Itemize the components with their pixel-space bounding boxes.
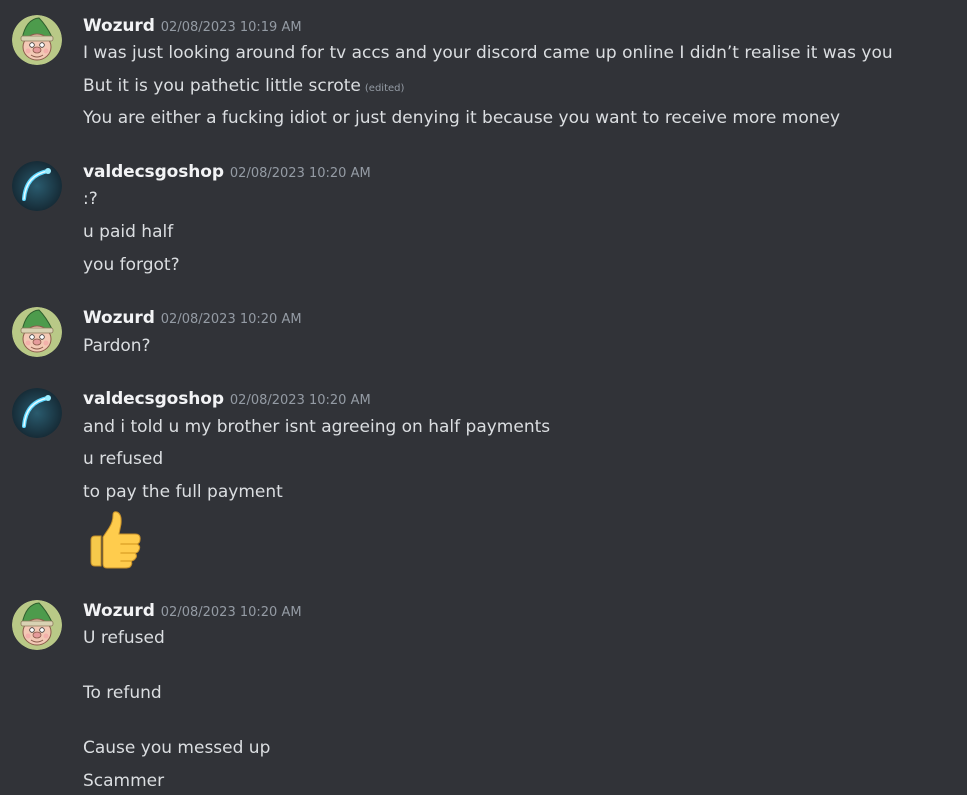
chat-message-list: Wozurd 02/08/2023 10:19 AM I was just loo…	[0, 0, 967, 795]
blue-arc-avatar-icon	[12, 161, 62, 211]
avatar[interactable]	[12, 307, 62, 357]
message-text: you forgot?	[83, 255, 180, 275]
gnome-avatar-icon	[12, 307, 62, 357]
message-text: and i told u my brother isnt agreeing on…	[83, 417, 551, 437]
message-header: Wozurd 02/08/2023 10:19 AM	[83, 15, 302, 37]
thumbs-up-emoji-icon[interactable]	[83, 510, 145, 572]
message-text: But it is you pathetic little scrote (edi…	[83, 74, 404, 98]
avatar[interactable]	[12, 15, 62, 65]
timestamp[interactable]: 02/08/2023 10:20 AM	[161, 605, 302, 620]
message-text: To refund	[83, 683, 162, 703]
edited-label: (edited)	[364, 83, 405, 94]
message-header: valdecsgoshop 02/08/2023 10:20 AM	[83, 388, 371, 410]
username[interactable]: Wozurd	[83, 308, 155, 328]
gnome-avatar-icon	[12, 15, 62, 65]
gnome-avatar-icon	[12, 600, 62, 650]
username[interactable]: Wozurd	[83, 16, 155, 36]
message-text: U refused	[83, 628, 165, 648]
username[interactable]: Wozurd	[83, 601, 155, 621]
avatar[interactable]	[12, 600, 62, 650]
username[interactable]: valdecsgoshop	[83, 162, 224, 182]
message-text: to pay the full payment	[83, 482, 283, 502]
timestamp[interactable]: 02/08/2023 10:20 AM	[230, 393, 371, 408]
message-header: Wozurd 02/08/2023 10:20 AM	[83, 307, 302, 329]
timestamp[interactable]: 02/08/2023 10:20 AM	[230, 166, 371, 181]
message-text: u refused	[83, 449, 164, 469]
timestamp[interactable]: 02/08/2023 10:20 AM	[161, 312, 302, 327]
message-text: Scammer	[83, 771, 165, 791]
message-text: :?	[83, 189, 98, 209]
avatar[interactable]	[12, 161, 62, 211]
message-text: u paid half	[83, 222, 174, 242]
avatar[interactable]	[12, 388, 62, 438]
message-header: Wozurd 02/08/2023 10:20 AM	[83, 600, 302, 622]
message-text: Pardon?	[83, 336, 151, 356]
username[interactable]: valdecsgoshop	[83, 389, 224, 409]
message-text: Cause you messed up	[83, 738, 271, 758]
blue-arc-avatar-icon	[12, 388, 62, 438]
message-header: valdecsgoshop 02/08/2023 10:20 AM	[83, 161, 371, 183]
message-text: I was just looking around for tv accs an…	[83, 43, 893, 63]
timestamp[interactable]: 02/08/2023 10:19 AM	[161, 20, 302, 35]
message-text: You are either a fucking idiot or just d…	[83, 108, 841, 128]
message-text-content: But it is you pathetic little scrote	[83, 76, 361, 96]
